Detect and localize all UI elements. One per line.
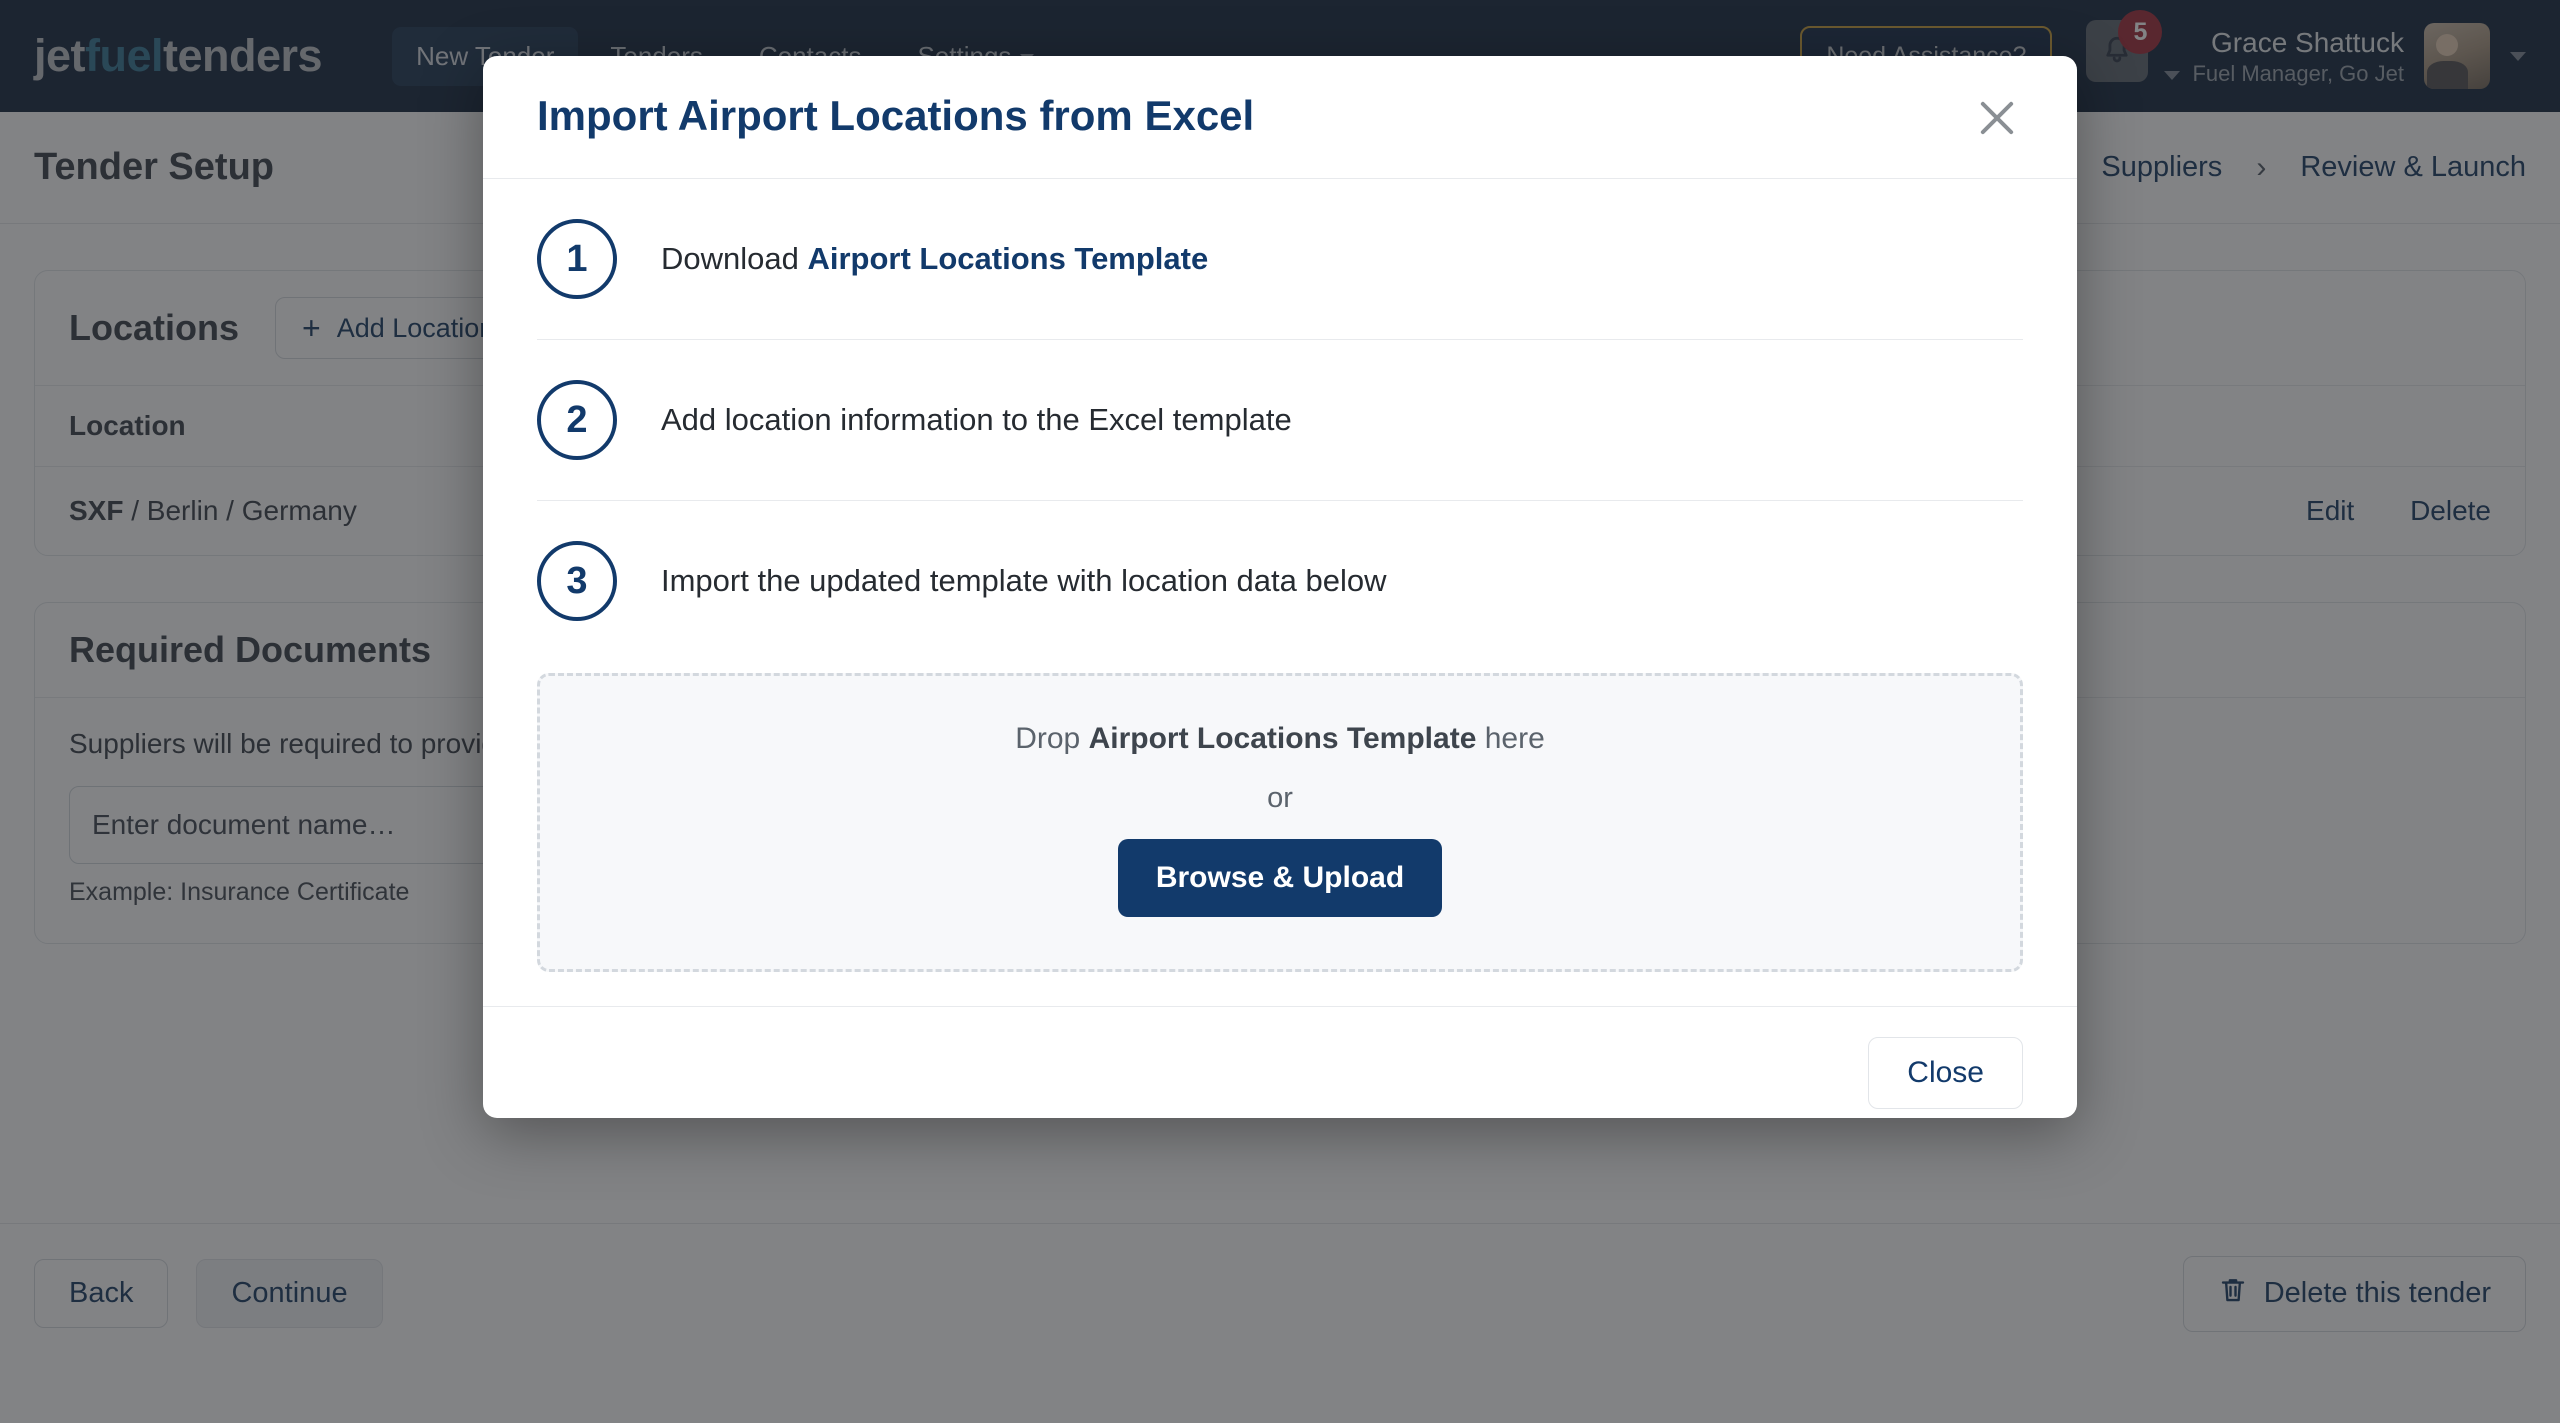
dropzone-instruction: Drop Airport Locations Template here <box>540 722 2020 756</box>
step-1-text: Download Airport Locations Template <box>661 241 1208 277</box>
dropzone-or-label: or <box>1267 782 1293 814</box>
step-3-text: Import the updated template with locatio… <box>661 563 1387 598</box>
import-step-3: 3 Import the updated template with locat… <box>537 501 2023 661</box>
download-template-link[interactable]: Airport Locations Template <box>807 241 1208 276</box>
import-step-2: 2 Add location information to the Excel … <box>537 340 2023 501</box>
modal-body: 1 Download Airport Locations Template 2 … <box>483 179 2077 1006</box>
step-2-text: Add location information to the Excel te… <box>661 402 1292 437</box>
close-icon[interactable] <box>1971 92 2023 144</box>
dropzone-suffix: here <box>1476 722 1545 755</box>
dropzone-template-name: Airport Locations Template <box>1088 722 1477 755</box>
step-2-number: 2 <box>537 380 617 460</box>
import-locations-modal: Import Airport Locations from Excel 1 Do… <box>483 56 2077 1118</box>
step-1-number: 1 <box>537 219 617 299</box>
close-button[interactable]: Close <box>1868 1037 2023 1109</box>
import-step-1: 1 Download Airport Locations Template <box>537 179 2023 340</box>
dropzone-prefix: Drop <box>1015 722 1089 755</box>
modal-title: Import Airport Locations from Excel <box>537 92 1255 139</box>
file-dropzone[interactable]: Drop Airport Locations Template here or … <box>537 673 2023 972</box>
modal-header: Import Airport Locations from Excel <box>483 56 2077 179</box>
modal-footer: Close <box>483 1006 2077 1118</box>
step-1-text-prefix: Download <box>661 241 808 276</box>
browse-upload-button[interactable]: Browse & Upload <box>1117 839 1443 917</box>
step-3-number: 3 <box>537 541 617 621</box>
